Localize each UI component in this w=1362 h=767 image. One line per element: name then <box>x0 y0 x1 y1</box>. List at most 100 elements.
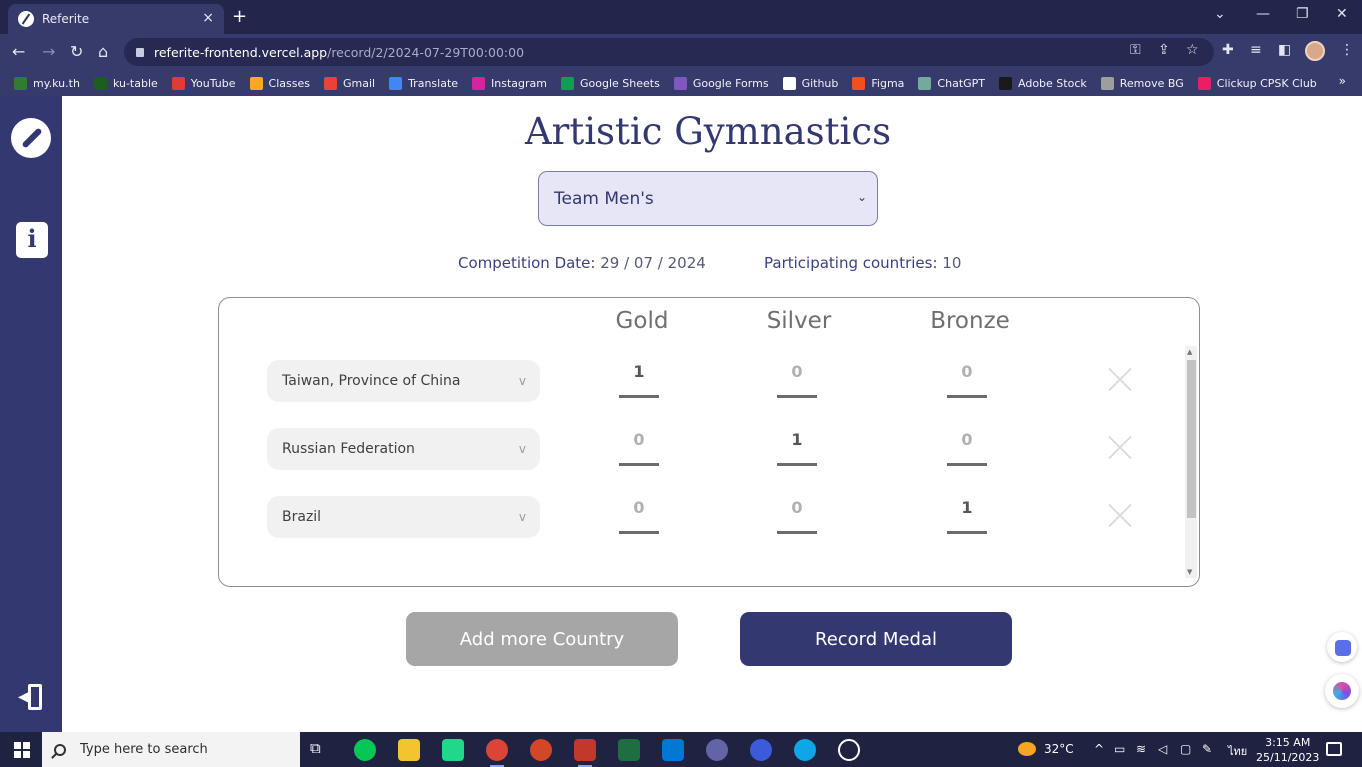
wifi-icon[interactable]: ≋ <box>1136 742 1146 756</box>
country-select[interactable]: Brazil v <box>267 496 540 538</box>
windows-start-icon[interactable] <box>14 742 30 758</box>
excel-icon[interactable] <box>618 739 640 761</box>
silver-count-input[interactable]: 1 <box>777 428 817 466</box>
share-icon[interactable]: ⇪ <box>1158 42 1170 58</box>
task-view-icon[interactable]: ⧉ <box>310 739 332 761</box>
file-explorer-icon[interactable] <box>398 739 420 761</box>
country-select[interactable]: Taiwan, Province of China v <box>267 360 540 402</box>
scroll-down-icon[interactable]: ▼ <box>1187 568 1192 576</box>
lock-icon <box>136 47 144 57</box>
new-tab-button[interactable]: + <box>232 6 247 27</box>
bookmark-item[interactable]: Adobe Stock <box>999 76 1087 90</box>
chevron-down-icon: v <box>518 374 526 388</box>
display-icon[interactable]: ▢ <box>1180 742 1191 756</box>
main-content: Artistic Gymnastics Team Men's ⌄ Competi… <box>62 96 1362 732</box>
column-header-silver: Silver <box>766 308 832 334</box>
speaker-icon[interactable]: ◁ <box>1158 742 1167 756</box>
side-panel-icon[interactable]: ◧ <box>1278 42 1291 58</box>
bookmark-item[interactable]: ku-table <box>93 76 158 90</box>
edge-icon[interactable] <box>794 739 816 761</box>
powerpoint-icon[interactable] <box>530 739 552 761</box>
bookmark-item[interactable]: Translate <box>389 76 458 90</box>
bookmark-item[interactable]: Google Forms <box>673 76 769 90</box>
browser-menu-icon[interactable]: ⋮ <box>1340 42 1354 58</box>
back-arrow-icon[interactable]: ← <box>12 42 25 61</box>
bookmark-item[interactable]: Github <box>782 76 838 90</box>
add-country-button[interactable]: Add more Country <box>406 612 678 666</box>
bookmark-item[interactable]: Remove BG <box>1100 76 1184 90</box>
chrome-icon[interactable] <box>486 739 508 767</box>
medal-table-scrollbar[interactable]: ▲ ▼ <box>1185 346 1197 578</box>
remove-row-icon[interactable] <box>1107 502 1133 528</box>
reload-icon[interactable]: ↻ <box>70 42 83 61</box>
gold-count-input[interactable]: 1 <box>619 360 659 398</box>
tab-close-icon[interactable]: × <box>202 10 214 26</box>
app-icon-ring[interactable] <box>838 739 860 761</box>
url-input[interactable]: referite-frontend.vercel.app/record/2/20… <box>124 38 1214 66</box>
pycharm-icon[interactable] <box>442 739 464 761</box>
translate-extension-icon[interactable] <box>1327 632 1357 662</box>
password-key-icon[interactable]: ⚿ <box>1130 42 1141 58</box>
gold-count-input[interactable]: 0 <box>619 428 659 466</box>
record-medal-button[interactable]: Record Medal <box>740 612 1012 666</box>
extensions-puzzle-icon[interactable]: ✚ <box>1222 42 1234 58</box>
profile-avatar[interactable] <box>1305 41 1325 61</box>
battery-icon[interactable]: ▭ <box>1114 742 1125 756</box>
bookmark-item[interactable]: YouTube <box>171 76 236 90</box>
silver-count-input[interactable]: 0 <box>777 496 817 534</box>
participating-label: Participating countries: <box>764 254 938 272</box>
bookmark-star-icon[interactable]: ☆ <box>1186 42 1199 58</box>
forward-arrow-icon[interactable]: → <box>42 42 55 61</box>
pen-icon[interactable]: ✎ <box>1202 742 1212 756</box>
tray-overflow-icon[interactable]: ^ <box>1094 742 1104 756</box>
bronze-count-input[interactable]: 0 <box>947 360 987 398</box>
competition-date-value: 29 / 07 / 2024 <box>600 254 706 272</box>
bronze-count-input[interactable]: 1 <box>947 496 987 534</box>
bookmark-item[interactable]: my.ku.th <box>14 76 80 90</box>
input-language[interactable]: ไทย <box>1228 742 1247 760</box>
notification-center-icon[interactable] <box>1326 742 1342 756</box>
taskbar-search-input[interactable]: Type here to search <box>42 732 300 767</box>
referite-logo-icon[interactable] <box>11 118 51 158</box>
close-window-icon[interactable]: ✕ <box>1336 6 1348 22</box>
scrollbar-thumb[interactable] <box>1187 360 1196 518</box>
bookmark-item[interactable]: Instagram <box>472 76 547 90</box>
webex-icon[interactable] <box>750 739 772 761</box>
app-icon-red[interactable] <box>574 739 596 767</box>
remove-row-icon[interactable] <box>1107 434 1133 460</box>
weather-icon[interactable] <box>1018 742 1036 756</box>
silver-count-input[interactable]: 0 <box>777 360 817 398</box>
restore-window-icon[interactable]: ❐ <box>1296 6 1309 22</box>
bookmark-item[interactable]: Clickup CPSK Club <box>1197 76 1317 90</box>
bookmark-item[interactable]: ChatGPT <box>918 76 985 90</box>
vscode-icon[interactable] <box>662 739 684 761</box>
taskbar-search-placeholder: Type here to search <box>80 742 208 757</box>
gold-count-input[interactable]: 0 <box>619 496 659 534</box>
bookmark-label: Instagram <box>491 76 547 90</box>
assistant-extension-icon[interactable] <box>1325 674 1359 708</box>
bookmark-favicon-icon <box>999 76 1013 90</box>
bookmark-item[interactable]: Gmail <box>323 76 376 90</box>
minimize-window-icon[interactable]: — <box>1256 6 1270 22</box>
tab-search-chevron-icon[interactable]: ⌄ <box>1214 6 1226 22</box>
info-book-icon[interactable]: i <box>16 222 48 258</box>
country-select[interactable]: Russian Federation v <box>267 428 540 470</box>
bookmark-label: Gmail <box>342 76 376 90</box>
media-queue-icon[interactable]: ≡ <box>1250 42 1262 58</box>
weather-temperature[interactable]: 32°C <box>1044 742 1074 756</box>
system-clock[interactable]: 3:15 AM 25/11/2023 <box>1256 735 1319 765</box>
scroll-up-icon[interactable]: ▲ <box>1187 348 1192 356</box>
bookmark-favicon-icon <box>782 76 796 90</box>
remove-row-icon[interactable] <box>1107 366 1133 392</box>
bookmark-item[interactable]: Classes <box>249 76 310 90</box>
line-app-icon[interactable] <box>354 739 376 761</box>
bookmarks-more-icon[interactable]: » <box>1339 74 1346 88</box>
bookmark-item[interactable]: Google Sheets <box>561 76 660 90</box>
event-select[interactable]: Team Men's ⌄ <box>538 171 878 226</box>
discord-icon[interactable] <box>706 739 728 761</box>
logout-icon[interactable]: ◀ <box>18 684 44 710</box>
bookmark-item[interactable]: Figma <box>852 76 904 90</box>
browser-tab-active[interactable]: Referite × <box>8 4 224 34</box>
bronze-count-input[interactable]: 0 <box>947 428 987 466</box>
home-icon[interactable]: ⌂ <box>98 42 108 61</box>
